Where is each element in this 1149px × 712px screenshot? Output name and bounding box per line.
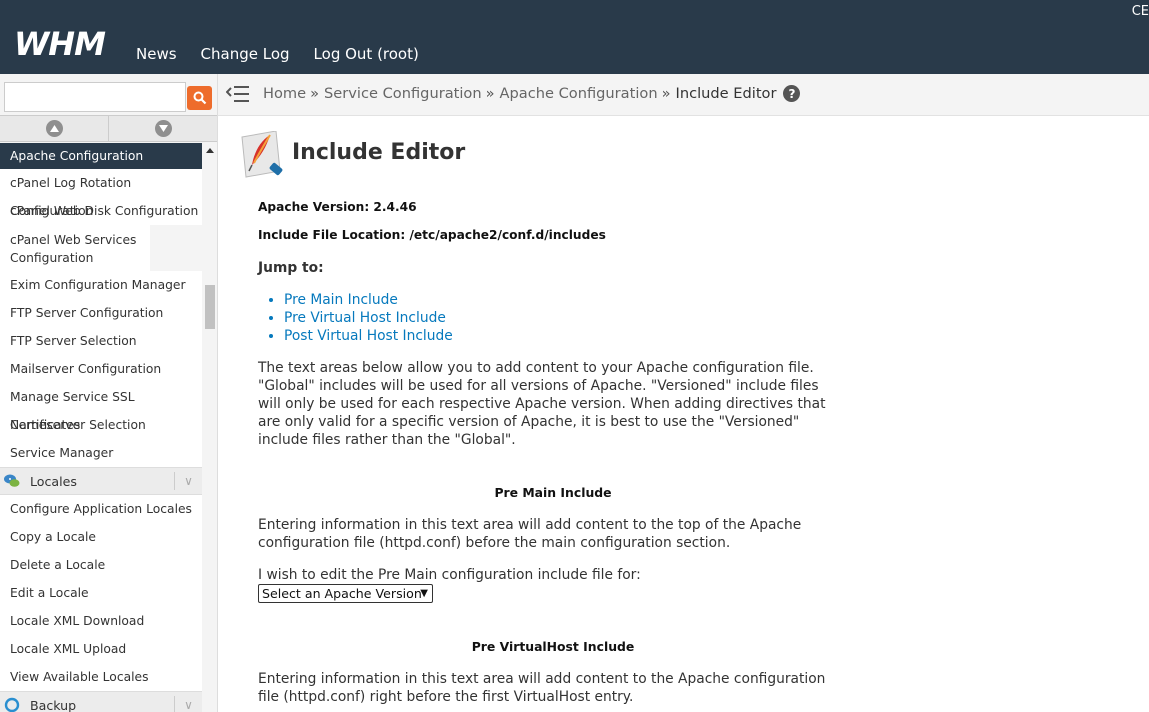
sidebar-item-apache-configuration[interactable]: Apache Configuration — [0, 143, 202, 169]
jump-pre-main-include-link[interactable]: Pre Main Include — [284, 292, 398, 308]
intro-text: The text areas below allow you to add co… — [258, 360, 826, 448]
sidebar-item-cpanel-web-disk[interactable]: cPanel Web Disk Configuration — [0, 197, 202, 225]
pre-virtualhost-include-description: Entering information in this text area w… — [258, 671, 826, 705]
menu-scroll-down-button[interactable] — [109, 116, 217, 141]
scrollbar-thumb[interactable] — [205, 285, 215, 329]
breadcrumb-bar: Home » Service Configuration » Apache Co… — [218, 74, 1149, 116]
arrow-down-icon — [155, 120, 172, 137]
breadcrumb-current: Include Editor — [675, 85, 777, 102]
page-title: Include Editor — [292, 140, 466, 165]
whm-logo[interactable]: WHM — [14, 28, 116, 60]
search-button[interactable] — [187, 86, 212, 110]
arrow-up-icon — [45, 120, 63, 137]
pre-main-include-description: Entering information in this text area w… — [258, 517, 802, 551]
sidebar-item-delete-a-locale[interactable]: Delete a Locale — [0, 551, 202, 579]
include-file-location: Include File Location: /etc/apache2/conf… — [258, 228, 606, 242]
sidebar: Apache Configuration cPanel Log Rotation… — [0, 74, 218, 712]
backup-icon — [4, 697, 20, 712]
help-icon[interactable]: ? — [783, 85, 801, 102]
apache-version-select[interactable]: Select an Apache Version ▼ — [258, 584, 433, 603]
breadcrumb-home[interactable]: Home — [263, 85, 306, 102]
breadcrumb-apache-configuration[interactable]: Apache Configuration — [500, 85, 658, 102]
list-item: Pre Main Include — [284, 291, 453, 309]
pre-main-edit-label: I wish to edit the Pre Main configuratio… — [258, 567, 641, 583]
sidebar-category-label: Locales — [30, 473, 77, 489]
apache-version: Apache Version: 2.4.46 — [258, 200, 417, 214]
top-bar: WHM News Change Log Log Out (root) CE — [0, 0, 1149, 74]
include-editor-icon — [241, 131, 283, 178]
breadcrumb-separator: » — [310, 85, 320, 102]
sidebar-item-view-available-locales[interactable]: View Available Locales — [0, 663, 202, 691]
chevron-down-icon[interactable]: ∨ — [174, 696, 202, 712]
pre-virtualhost-include-heading: Pre VirtualHost Include — [471, 639, 635, 654]
chevron-down-icon: ▼ — [420, 588, 428, 599]
main-content: Include Editor Apache Version: 2.4.46 In… — [218, 116, 1149, 712]
sidebar-item-locale-xml-download[interactable]: Locale XML Download — [0, 607, 202, 635]
sidebar-item-configure-application-locales[interactable]: Configure Application Locales — [0, 495, 202, 523]
nav-log-out-link[interactable]: Log Out (root) — [314, 45, 419, 63]
sidebar-item-cpanel-web-services[interactable]: cPanel Web Services Configuration — [0, 225, 150, 271]
sidebar-category-locales[interactable]: Locales ∨ — [0, 467, 202, 495]
breadcrumb-separator: » — [485, 85, 495, 102]
top-nav: News Change Log Log Out (root) — [136, 45, 419, 63]
sidebar-item-nameserver-selection[interactable]: Nameserver Selection — [0, 411, 202, 439]
jump-to-label: Jump to: — [258, 260, 324, 276]
apache-version-select-value: Select an Apache Version — [262, 586, 422, 601]
breadcrumb-service-configuration[interactable]: Service Configuration — [324, 85, 482, 102]
sidebar-category-backup[interactable]: Backup ∨ — [0, 691, 202, 712]
nav-news-link[interactable]: News — [136, 45, 177, 63]
sidebar-item-ftp-server-selection[interactable]: FTP Server Selection — [0, 327, 202, 355]
breadcrumb-separator: » — [661, 85, 671, 102]
pre-main-include-heading: Pre Main Include — [494, 485, 612, 500]
jump-to-list: Pre Main Include Pre Virtual Host Includ… — [284, 291, 453, 345]
list-item: Pre Virtual Host Include — [284, 309, 453, 327]
chevron-down-icon[interactable]: ∨ — [174, 472, 202, 490]
whm-logo-text: WHM — [14, 28, 106, 60]
sidebar-item-edit-a-locale[interactable]: Edit a Locale — [0, 579, 202, 607]
sidebar-item-copy-a-locale[interactable]: Copy a Locale — [0, 523, 202, 551]
jump-post-virtual-host-include-link[interactable]: Post Virtual Host Include — [284, 328, 453, 344]
sidebar-item-ftp-server-configuration[interactable]: FTP Server Configuration — [0, 299, 202, 327]
sidebar-category-label: Backup — [30, 697, 77, 712]
sidebar-search — [2, 78, 212, 112]
corner-label: CE — [1131, 4, 1149, 19]
sidebar-item-mailserver-configuration[interactable]: Mailserver Configuration — [0, 355, 202, 383]
list-item: Post Virtual Host Include — [284, 327, 453, 345]
menu-scroll-up-button[interactable] — [0, 116, 109, 141]
nav-change-log-link[interactable]: Change Log — [201, 45, 290, 63]
breadcrumb: Home » Service Configuration » Apache Co… — [263, 85, 801, 102]
collapse-menu-icon[interactable] — [226, 84, 250, 104]
sidebar-item-locale-xml-upload[interactable]: Locale XML Upload — [0, 635, 202, 663]
sidebar-item-cpanel-log-rotation[interactable]: cPanel Log Rotation Configuration — [0, 169, 202, 218]
sidebar-item-manage-ssl-certificates[interactable]: Manage Service SSL Certificates — [0, 383, 202, 432]
scroll-up-arrow-icon[interactable] — [206, 148, 214, 153]
sidebar-scrollbar[interactable] — [202, 143, 217, 712]
sidebar-item-service-manager[interactable]: Service Manager — [0, 439, 202, 467]
sidebar-search-input[interactable] — [4, 82, 186, 112]
search-icon — [193, 91, 206, 105]
sidebar-item-exim-configuration[interactable]: Exim Configuration Manager — [0, 271, 202, 299]
menu-scroll-controls — [0, 115, 217, 142]
jump-pre-virtual-host-include-link[interactable]: Pre Virtual Host Include — [284, 310, 446, 326]
sidebar-menu: Apache Configuration cPanel Log Rotation… — [0, 143, 202, 712]
locales-icon — [4, 474, 20, 487]
